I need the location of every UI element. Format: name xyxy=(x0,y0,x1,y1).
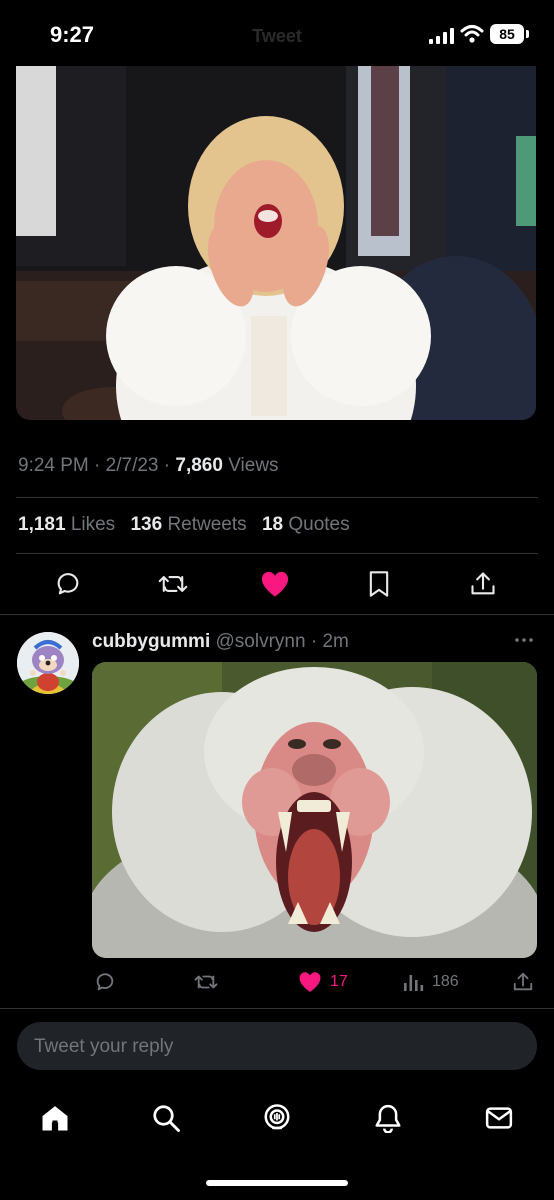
likes-label: Likes xyxy=(70,514,116,535)
reply-separator: · xyxy=(305,631,323,652)
divider xyxy=(16,553,538,554)
retweet-icon xyxy=(158,576,188,592)
like-icon xyxy=(299,972,321,992)
likes-stat[interactable]: 1,181 Likes xyxy=(18,514,115,535)
divider xyxy=(0,1008,554,1009)
share-icon xyxy=(471,572,495,595)
reply-button[interactable] xyxy=(52,568,84,600)
reply-author-name[interactable]: cubbygummi xyxy=(92,631,210,652)
tab-spaces[interactable] xyxy=(249,1090,305,1146)
quotes-label: Quotes xyxy=(288,514,350,535)
bookmark-icon xyxy=(369,571,389,597)
share-button[interactable] xyxy=(467,568,499,600)
more-icon[interactable] xyxy=(512,632,536,648)
reply-share-button[interactable] xyxy=(512,968,534,996)
reply-photo[interactable] xyxy=(92,662,537,958)
battery-icon: 85 xyxy=(490,24,524,44)
reply-author-handle[interactable]: @solvrynn xyxy=(216,631,306,652)
reply-icon xyxy=(57,573,79,595)
retweet-icon xyxy=(194,975,218,989)
status-time: 9:27 xyxy=(50,22,95,47)
reply-input[interactable]: Tweet your reply xyxy=(17,1022,537,1070)
divider xyxy=(16,497,538,498)
reply-like-count: 17 xyxy=(330,973,348,990)
bookmark-button[interactable] xyxy=(363,568,395,600)
views-count: 7,860 xyxy=(175,455,223,476)
share-icon xyxy=(513,972,533,991)
tab-notifications[interactable] xyxy=(360,1090,416,1146)
notifications-icon xyxy=(375,1104,401,1133)
home-indicator xyxy=(206,1180,348,1186)
reply-time: 2m xyxy=(322,631,349,652)
home-icon xyxy=(42,1106,68,1131)
messages-icon xyxy=(485,1107,513,1129)
views-label: Views xyxy=(228,455,279,476)
photo-baboon-yawning xyxy=(92,662,537,958)
tweet-date: 2/7/23 xyxy=(105,455,159,476)
photo-woman-shouting xyxy=(16,66,536,420)
reply-reply-button[interactable] xyxy=(94,968,116,996)
search-icon xyxy=(153,1105,180,1132)
tweet-stats: 1,181 Likes 136 Retweets 18 Quotes xyxy=(18,514,350,536)
like-icon xyxy=(261,571,289,597)
avatar[interactable] xyxy=(17,632,79,694)
signal-icon xyxy=(429,28,454,44)
status-bar: Tweet 9:27 85 xyxy=(0,0,554,66)
reply-views-button[interactable]: 186 xyxy=(402,968,459,996)
likes-count: 1,181 xyxy=(18,514,66,535)
tweet-time: 9:24 PM xyxy=(18,455,89,476)
reply-like-button[interactable]: 17 xyxy=(298,968,348,996)
spaces-icon xyxy=(264,1104,290,1130)
avatar-image xyxy=(17,632,79,694)
retweet-button[interactable] xyxy=(157,568,189,600)
views-icon xyxy=(404,975,424,991)
tab-search[interactable] xyxy=(138,1090,194,1146)
quotes-stat[interactable]: 18 Quotes xyxy=(262,514,350,535)
divider xyxy=(0,614,554,615)
reply-header: cubbygummi @solvrynn · 2m xyxy=(92,631,349,653)
like-button[interactable] xyxy=(259,568,291,600)
battery-tip xyxy=(526,30,529,38)
retweets-stat[interactable]: 136 Retweets xyxy=(130,514,246,535)
tweet-photo[interactable] xyxy=(16,66,536,420)
reply-icon xyxy=(96,973,114,991)
retweets-label: Retweets xyxy=(167,514,247,535)
reply-input-placeholder: Tweet your reply xyxy=(34,1036,174,1057)
reply-retweet-button[interactable] xyxy=(193,968,219,996)
reply-views-count: 186 xyxy=(432,973,459,990)
quotes-count: 18 xyxy=(261,514,284,535)
retweets-count: 136 xyxy=(130,514,163,535)
tab-home[interactable] xyxy=(27,1090,83,1146)
tab-bar xyxy=(0,1090,554,1146)
wifi-icon xyxy=(460,25,484,43)
tweet-meta: 9:24 PM · 2/7/23 · 7,860 Views xyxy=(18,455,279,476)
tab-messages[interactable] xyxy=(471,1090,527,1146)
